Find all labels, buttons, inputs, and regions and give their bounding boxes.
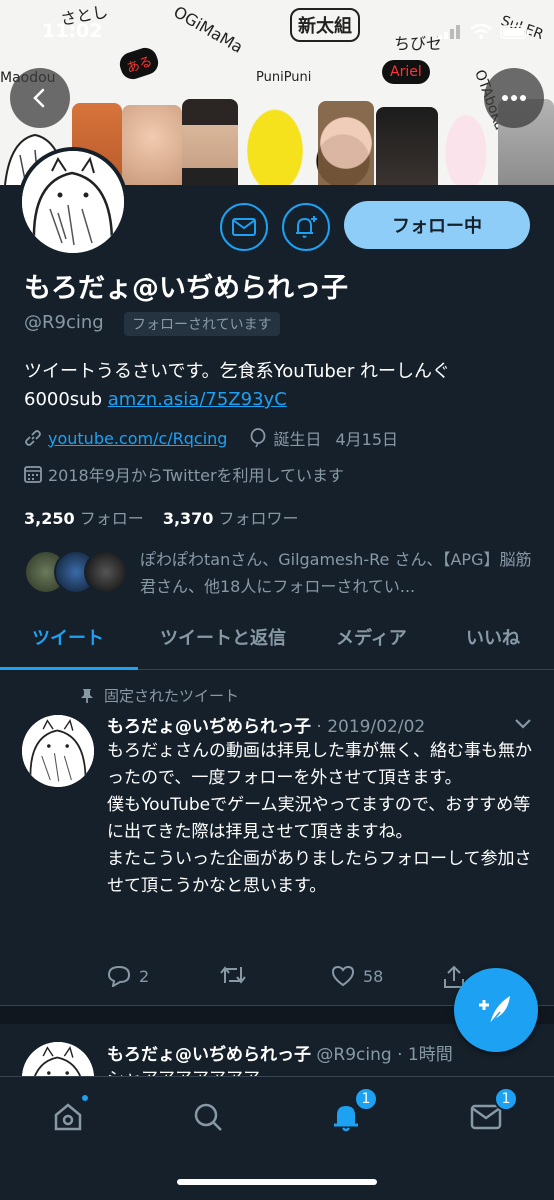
tweet-avatar[interactable] (22, 715, 94, 787)
reply-icon (107, 965, 131, 987)
followers-count: 3,370 (162, 509, 214, 528)
follow-counts: 3,250 フォロー 3,370 フォロワー (24, 505, 299, 529)
follows-you-badge: フォローされています (124, 312, 280, 336)
retweet-button[interactable] (219, 965, 247, 985)
status-bar: 11:02 (0, 0, 554, 60)
banner-photo-character (376, 107, 438, 185)
like-count: 58 (363, 966, 384, 986)
joined-row: 2018年9月からTwitterを利用しています (24, 462, 344, 486)
tweet-author-name: もろだょ@いぢめられっ子 (107, 1045, 311, 1065)
followed-by-section[interactable]: ぽわぽわtanさん、Gilgamesh-Re さん、【APG】脳筋君さん、他18… (24, 546, 534, 600)
reply-count: 2 (139, 966, 150, 986)
active-tab-indicator (0, 667, 138, 670)
follower-avatar (84, 550, 128, 594)
following-button[interactable]: フォロー中 (344, 201, 530, 249)
feather-plus-icon (479, 996, 510, 1025)
compose-tweet-button[interactable] (454, 968, 538, 1052)
pinned-tweet[interactable]: 固定されたツイート もろだょ@いぢめられっ子 · 2019/02/02 もろだょ… (0, 672, 554, 1006)
notifications-badge: 1 (354, 1087, 378, 1111)
joined-date: 2018年9月からTwitterを利用しています (48, 466, 345, 485)
balloon-icon (251, 428, 266, 448)
retweet-icon (220, 966, 246, 984)
status-icons (438, 24, 530, 40)
profile-avatar[interactable] (18, 147, 128, 257)
pin-icon (81, 688, 93, 703)
pinned-label: 固定されたツイート (104, 687, 240, 705)
profile-name: もろだょ@いぢめられっ子 (24, 273, 348, 304)
profile-tabs: ツイート ツイートと返信 メディア いいね (0, 614, 554, 670)
tab-media[interactable]: メディア (336, 624, 407, 650)
tweet-header: もろだょ@いぢめられっ子 · 2019/02/02 (107, 712, 425, 737)
bell-plus-icon (296, 216, 317, 238)
home-new-dot (80, 1093, 90, 1103)
followed-by-text: ぽわぽわtanさん、Gilgamesh-Re さん、【APG】脳筋君さん、他18… (140, 550, 532, 596)
bio-link[interactable]: amzn.asia/75Z93yC (108, 389, 287, 410)
tweet-handle-time: @R9cing · 1時間 (316, 1045, 453, 1065)
link-icon (25, 430, 41, 446)
back-arrow-icon (33, 88, 45, 108)
status-time: 11:02 (42, 20, 103, 42)
banner-doodle: PuniPuni (256, 70, 312, 85)
more-options-button[interactable] (484, 68, 544, 128)
tab-tweets-and-replies[interactable]: ツイートと返信 (160, 624, 286, 650)
banner-doodle: Ariel (382, 60, 430, 84)
tab-likes[interactable]: いいね (466, 624, 520, 650)
nav-messages[interactable]: 1 (464, 1087, 518, 1139)
avatar-sketch-icon (22, 151, 124, 253)
mail-icon (232, 218, 256, 236)
banner-photo-baby (122, 105, 182, 185)
like-button[interactable]: 58 (331, 965, 383, 987)
profile-meta-row: youtube.com/c/Rqcing 誕生日 4月15日 (24, 426, 398, 450)
banner-photo-chick (240, 99, 310, 185)
profile-handle: @R9cing (24, 312, 104, 333)
calendar-icon (24, 466, 42, 483)
search-icon (194, 1103, 222, 1131)
following-label: フォロー (79, 509, 144, 528)
nav-search[interactable] (186, 1095, 230, 1139)
battery-icon (500, 25, 529, 39)
website-link[interactable]: youtube.com/c/Rqcing (48, 429, 227, 448)
signal-icon (438, 25, 460, 39)
birthday-value: 4月15日 (335, 430, 399, 449)
wifi-icon (470, 24, 492, 40)
nav-home[interactable] (46, 1093, 90, 1139)
pinned-indicator: 固定されたツイート (80, 685, 239, 706)
home-indicator (177, 1179, 377, 1185)
heart-icon (331, 965, 355, 987)
reply-button[interactable]: 2 (107, 965, 149, 987)
banner-photo-man (182, 99, 238, 185)
profile-bio: ツイートうるさいです。乞食系YouTuber れーしんぐ6000sub amzn… (24, 358, 524, 414)
messages-badge: 1 (494, 1087, 518, 1111)
nav-notifications[interactable]: 1 (324, 1087, 378, 1139)
tweet-header: もろだょ@いぢめられっ子 @R9cing · 1時間 (107, 1040, 453, 1065)
following-count-link[interactable]: 3,250 フォロー (24, 509, 144, 528)
tweet-body: もろだょさんの動画は拝見した事が無く、絡む事も無かったので、一度フォローを外させ… (107, 741, 532, 896)
chevron-down-icon[interactable] (514, 718, 532, 730)
more-dots-icon (502, 95, 526, 101)
tweet-author-name: もろだょ@いぢめられっ子 (107, 717, 311, 737)
message-button[interactable] (220, 203, 268, 251)
following-count: 3,250 (24, 509, 75, 528)
birthday-label: 誕生日 (273, 430, 322, 449)
tab-tweets[interactable]: ツイート (32, 624, 104, 650)
home-icon (54, 1103, 82, 1131)
followers-label: フォロワー (218, 509, 299, 528)
followers-count-link[interactable]: 3,370 フォロワー (163, 509, 299, 528)
notification-toggle-button[interactable] (282, 203, 330, 251)
back-button[interactable] (10, 68, 70, 128)
banner-photo-bunny (440, 105, 492, 185)
banner-photo-child (318, 101, 374, 185)
tweet-date: · 2019/02/02 (316, 717, 426, 737)
avatar-sketch-icon (22, 715, 94, 787)
